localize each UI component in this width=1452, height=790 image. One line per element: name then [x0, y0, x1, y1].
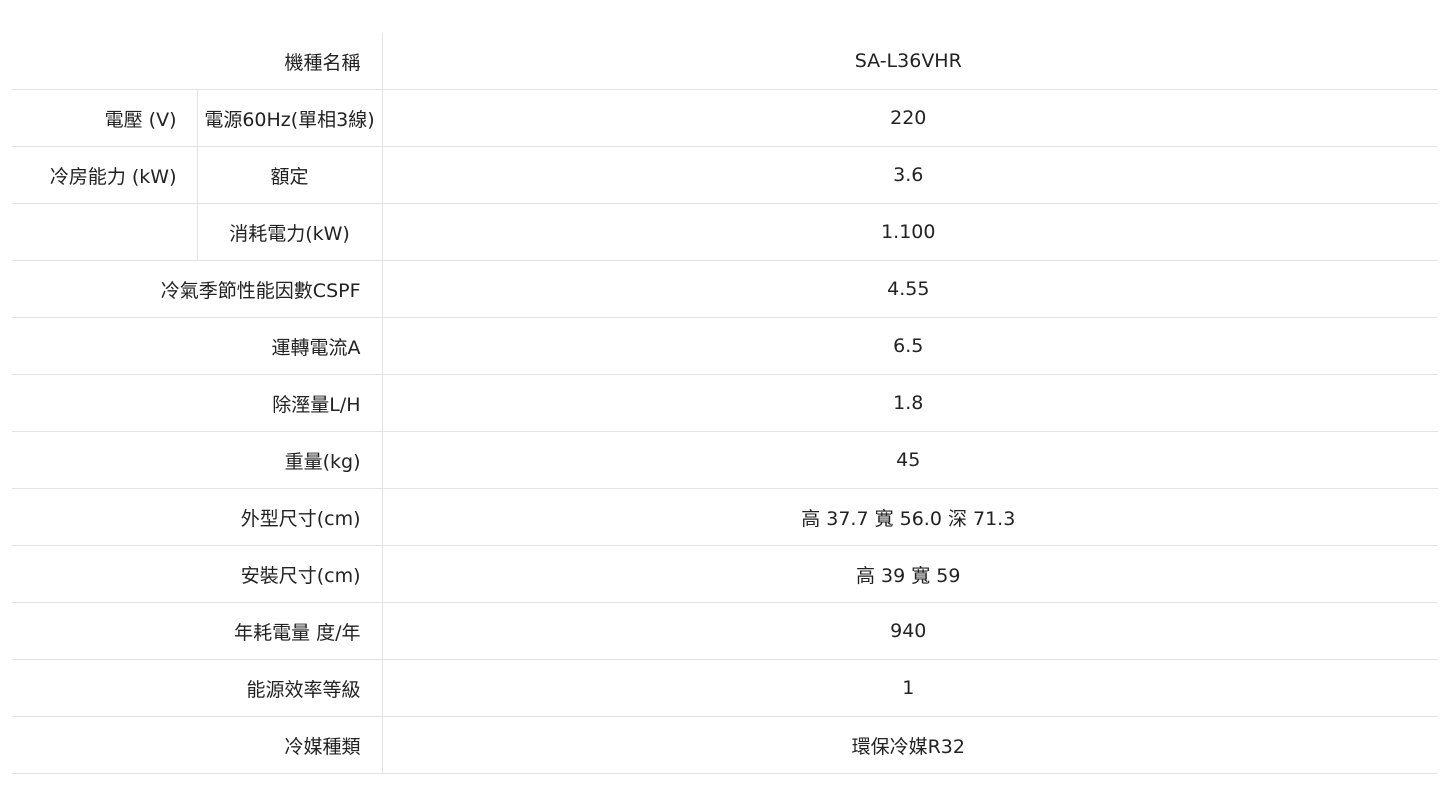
spec-table: 機種名稱 SA-L36VHR 電壓 (V) 電源60Hz(單相3線) 220 冷… — [12, 33, 1439, 774]
spec-label-annual-consumption: 年耗電量 度/年 — [12, 602, 383, 660]
table-row: 外型尺寸(cm) 高 37.7 寬 56.0 深 71.3 — [12, 488, 1439, 546]
spec-value-voltage: 220 — [382, 89, 1439, 147]
table-row: 年耗電量 度/年 940 — [12, 602, 1439, 660]
spec-value-annual-consumption: 940 — [382, 602, 1439, 660]
spec-group-voltage: 電壓 (V) — [12, 89, 198, 147]
table-row: 機種名稱 SA-L36VHR — [12, 33, 1439, 90]
spec-label-install-dimensions: 安裝尺寸(cm) — [12, 545, 383, 603]
spec-value-model-name: SA-L36VHR — [382, 33, 1439, 90]
table-row: 消耗電力(kW) 1.100 — [12, 203, 1439, 261]
spec-label-energy-grade: 能源效率等級 — [12, 659, 383, 717]
spec-value-outer-dimensions: 高 37.7 寬 56.0 深 71.3 — [382, 488, 1439, 546]
spec-label-cspf: 冷氣季節性能因數CSPF — [12, 260, 383, 318]
spec-label-operating-current: 運轉電流A — [12, 317, 383, 375]
spec-value-power-consumption: 1.100 — [382, 203, 1439, 261]
table-row: 除溼量L/H 1.8 — [12, 374, 1439, 432]
spec-value-cspf: 4.55 — [382, 260, 1439, 318]
table-row: 電壓 (V) 電源60Hz(單相3線) 220 — [12, 89, 1439, 147]
table-row: 能源效率等級 1 — [12, 659, 1439, 717]
spec-label-refrigerant: 冷媒種類 — [12, 716, 383, 774]
table-row: 重量(kg) 45 — [12, 431, 1439, 489]
spec-label-power-source: 電源60Hz(單相3線) — [197, 89, 383, 147]
table-row: 冷媒種類 環保冷媒R32 — [12, 716, 1439, 774]
spec-label-power-consumption: 消耗電力(kW) — [197, 203, 383, 261]
spec-value-operating-current: 6.5 — [382, 317, 1439, 375]
table-row: 安裝尺寸(cm) 高 39 寬 59 — [12, 545, 1439, 603]
spec-value-energy-grade: 1 — [382, 659, 1439, 717]
spec-value-dehumidification: 1.8 — [382, 374, 1439, 432]
spec-label-weight: 重量(kg) — [12, 431, 383, 489]
spec-label-dehumidification: 除溼量L/H — [12, 374, 383, 432]
spec-group-cooling-capacity: 冷房能力 (kW) — [12, 146, 198, 204]
spec-group-empty — [12, 203, 198, 261]
spec-value-rated-capacity: 3.6 — [382, 146, 1439, 204]
spec-label-outer-dimensions: 外型尺寸(cm) — [12, 488, 383, 546]
spec-value-refrigerant: 環保冷媒R32 — [382, 716, 1439, 774]
table-row: 冷氣季節性能因數CSPF 4.55 — [12, 260, 1439, 318]
table-row: 冷房能力 (kW) 額定 3.6 — [12, 146, 1439, 204]
spec-label-rated: 額定 — [197, 146, 383, 204]
table-row: 運轉電流A 6.5 — [12, 317, 1439, 375]
spec-value-weight: 45 — [382, 431, 1439, 489]
spec-label-model-name: 機種名稱 — [12, 33, 383, 90]
spec-value-install-dimensions: 高 39 寬 59 — [382, 545, 1439, 603]
